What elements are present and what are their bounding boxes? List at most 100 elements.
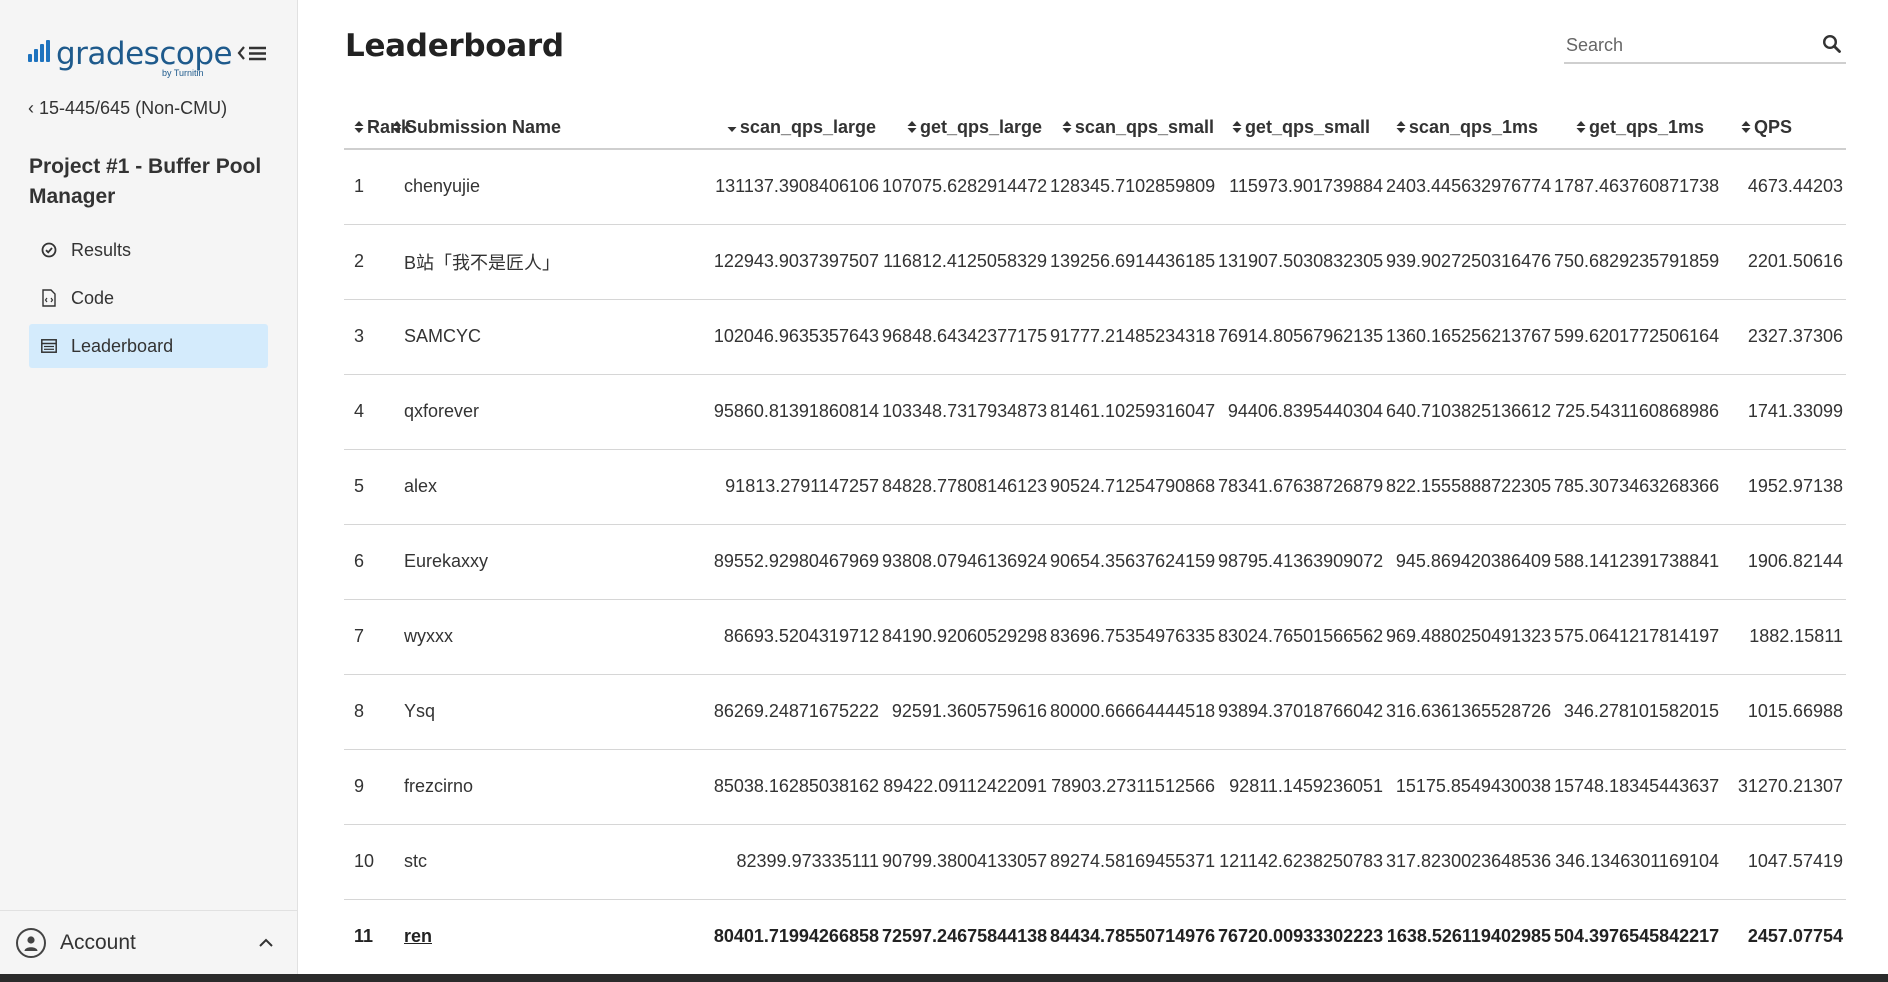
get-qps-small-cell: 76914.80567962135 bbox=[1218, 299, 1386, 375]
qps-cell: 31270.21307 bbox=[1722, 749, 1846, 825]
sidebar-item-label: Results bbox=[71, 239, 132, 260]
sidebar: gradescope by Turnitin ‹ 15-445/645 (Non… bbox=[0, 0, 298, 974]
search-input[interactable] bbox=[1564, 30, 1804, 60]
sort-desc-icon bbox=[727, 118, 737, 139]
table-row: 2 B站「我不是匠人」 122943.9037397507 116812.412505… bbox=[344, 224, 1846, 300]
get-qps-small-cell: 121142.6238250783 bbox=[1218, 824, 1386, 900]
qps-cell: 1047.57419 bbox=[1722, 824, 1846, 900]
qps-cell: 1952.97138 bbox=[1722, 449, 1846, 525]
check-circle-icon bbox=[41, 242, 57, 258]
submission-name-cell: stc bbox=[404, 824, 712, 900]
account-menu[interactable]: Account bbox=[0, 910, 298, 974]
sort-icon bbox=[354, 118, 364, 139]
sidebar-item-label: Leaderboard bbox=[71, 335, 174, 356]
rank-cell: 2 bbox=[344, 224, 404, 300]
scan-qps-1ms-cell: 15175.8549430038 bbox=[1386, 749, 1554, 825]
get-qps-small-cell: 76720.00933302223 bbox=[1218, 926, 1384, 947]
sort-icon bbox=[1232, 118, 1242, 139]
scan-qps-small-cell: 90654.35637624159 bbox=[1050, 524, 1218, 600]
scan-qps-1ms-cell: 2403.445632976774 bbox=[1386, 149, 1554, 225]
leaderboard-table: Rank Submission Name scan_qps_large get_… bbox=[344, 108, 1846, 974]
submission-name-cell: alex bbox=[404, 449, 712, 525]
qps-cell: 2457.07754 bbox=[1747, 926, 1843, 947]
course-back-link[interactable]: ‹ 15-445/645 (Non-CMU) bbox=[28, 98, 227, 119]
column-header-get-qps-1ms[interactable]: get_qps_1ms bbox=[1554, 108, 1722, 150]
get-qps-small-cell: 83024.76501566562 bbox=[1218, 599, 1386, 675]
rank-cell: 10 bbox=[344, 824, 404, 900]
get-qps-1ms-cell: 346.1346301169104 bbox=[1554, 824, 1722, 900]
brand-byline: by Turnitin bbox=[162, 68, 204, 78]
submission-name-cell: wyxxx bbox=[404, 599, 712, 675]
get-qps-small-cell: 98795.41363909072 bbox=[1218, 524, 1386, 600]
scan-qps-1ms-cell: 969.4880250491323 bbox=[1386, 599, 1554, 675]
sidebar-item-label: Code bbox=[71, 287, 115, 308]
qps-cell: 1741.33099 bbox=[1722, 374, 1846, 450]
sidebar-item-results[interactable]: Results bbox=[29, 228, 268, 272]
table-header-row: Rank Submission Name scan_qps_large get_… bbox=[344, 108, 1846, 150]
scan-qps-large-cell: 95860.81391860814 bbox=[712, 374, 882, 450]
get-qps-1ms-cell: 725.5431160868986 bbox=[1554, 374, 1722, 450]
search-box bbox=[1564, 28, 1846, 64]
qps-cell: 1882.15811 bbox=[1722, 599, 1846, 675]
get-qps-1ms-cell: 750.6829235791859 bbox=[1554, 224, 1722, 300]
get-qps-large-cell: 107075.6282914472 bbox=[882, 149, 1050, 225]
scan-qps-large-cell: 102046.9635357643 bbox=[712, 299, 882, 375]
scan-qps-small-cell: 89274.58169455371 bbox=[1050, 824, 1218, 900]
qps-cell: 2201.50616 bbox=[1722, 224, 1846, 300]
column-header-qps[interactable]: QPS bbox=[1722, 108, 1846, 150]
rank-cell: 11 bbox=[354, 926, 374, 947]
get-qps-small-cell: 94406.8395440304 bbox=[1218, 374, 1386, 450]
get-qps-large-cell: 72597.24675844138 bbox=[882, 926, 1048, 947]
page-title: Leaderboard bbox=[345, 28, 564, 64]
scan-qps-large-cell: 122943.9037397507 bbox=[712, 224, 882, 300]
get-qps-1ms-cell: 599.6201772506164 bbox=[1554, 299, 1722, 375]
get-qps-small-cell: 92811.1459236051 bbox=[1218, 749, 1386, 825]
get-qps-large-cell: 89422.09112422091 bbox=[882, 749, 1050, 825]
submission-name-cell: B站「我不是匠人」 bbox=[404, 224, 712, 300]
rank-cell: 9 bbox=[344, 749, 404, 825]
scan-qps-1ms-cell: 939.9027250316476 bbox=[1386, 224, 1554, 300]
collapse-sidebar-button[interactable] bbox=[236, 40, 268, 66]
qps-cell: 2327.37306 bbox=[1722, 299, 1846, 375]
project-title: Project #1 - Buffer Pool Manager bbox=[29, 155, 262, 208]
table-row: 1 chenyujie 131137.3908406106 107075.628291… bbox=[344, 149, 1846, 225]
scan-qps-small-cell: 83696.75354976335 bbox=[1050, 599, 1218, 675]
course-link-label: 15-445/645 (Non-CMU) bbox=[39, 98, 228, 118]
column-header-scan-qps-large[interactable]: scan_qps_large bbox=[712, 108, 882, 150]
leaderboard-icon bbox=[41, 338, 57, 354]
column-header-scan-qps-small[interactable]: scan_qps_small bbox=[1050, 108, 1218, 150]
rank-cell: 6 bbox=[344, 524, 404, 600]
scan-qps-1ms-cell: 640.7103825136612 bbox=[1386, 374, 1554, 450]
sidebar-item-leaderboard[interactable]: Leaderboard bbox=[29, 324, 268, 368]
sidebar-item-code[interactable]: Code bbox=[29, 276, 268, 320]
scan-qps-large-cell: 86269.24871675222 bbox=[712, 674, 882, 750]
get-qps-small-cell: 78341.67638726879 bbox=[1218, 449, 1386, 525]
scan-qps-small-cell: 78903.27311512566 bbox=[1050, 749, 1218, 825]
window-bottom-edge bbox=[0, 974, 1888, 982]
column-header-submission-name[interactable]: Submission Name bbox=[392, 108, 712, 150]
gradescope-logo[interactable]: gradescope by Turnitin bbox=[28, 36, 233, 80]
scan-qps-small-cell: 139256.6914436185 bbox=[1050, 224, 1218, 300]
sort-icon bbox=[1741, 118, 1751, 139]
qps-cell: 1015.66988 bbox=[1722, 674, 1846, 750]
own-submission-link[interactable]: ren bbox=[404, 926, 432, 946]
get-qps-large-cell: 84828.77808146123 bbox=[882, 449, 1050, 525]
rank-cell: 8 bbox=[344, 674, 404, 750]
get-qps-large-cell: 93808.07946136924 bbox=[882, 524, 1050, 600]
sidebar-nav: Results Code Leaderboard bbox=[29, 228, 268, 372]
chevron-left-icon: ‹ bbox=[28, 98, 39, 118]
leaderboard-body: 1 chenyujie 131137.3908406106 107075.628291… bbox=[344, 149, 1846, 974]
scan-qps-small-cell: 81461.10259316047 bbox=[1050, 374, 1218, 450]
column-header-get-qps-small[interactable]: get_qps_small bbox=[1218, 108, 1386, 150]
search-icon[interactable] bbox=[1822, 34, 1844, 56]
get-qps-1ms-cell: 504.3976545842217 bbox=[1554, 926, 1720, 947]
column-header-scan-qps-1ms[interactable]: scan_qps_1ms bbox=[1386, 108, 1554, 150]
rank-cell: 1 bbox=[344, 149, 404, 225]
scan-qps-small-cell: 91777.21485234318 bbox=[1050, 299, 1218, 375]
scan-qps-large-cell: 86693.5204319712 bbox=[712, 599, 882, 675]
scan-qps-small-cell: 90524.71254790868 bbox=[1050, 449, 1218, 525]
column-header-get-qps-large[interactable]: get_qps_large bbox=[882, 108, 1050, 150]
table-row: 7 wyxxx 86693.5204319712 84190.92060529298 8… bbox=[344, 599, 1846, 675]
sort-icon bbox=[1062, 118, 1072, 139]
submission-name-cell: ren bbox=[404, 899, 712, 974]
